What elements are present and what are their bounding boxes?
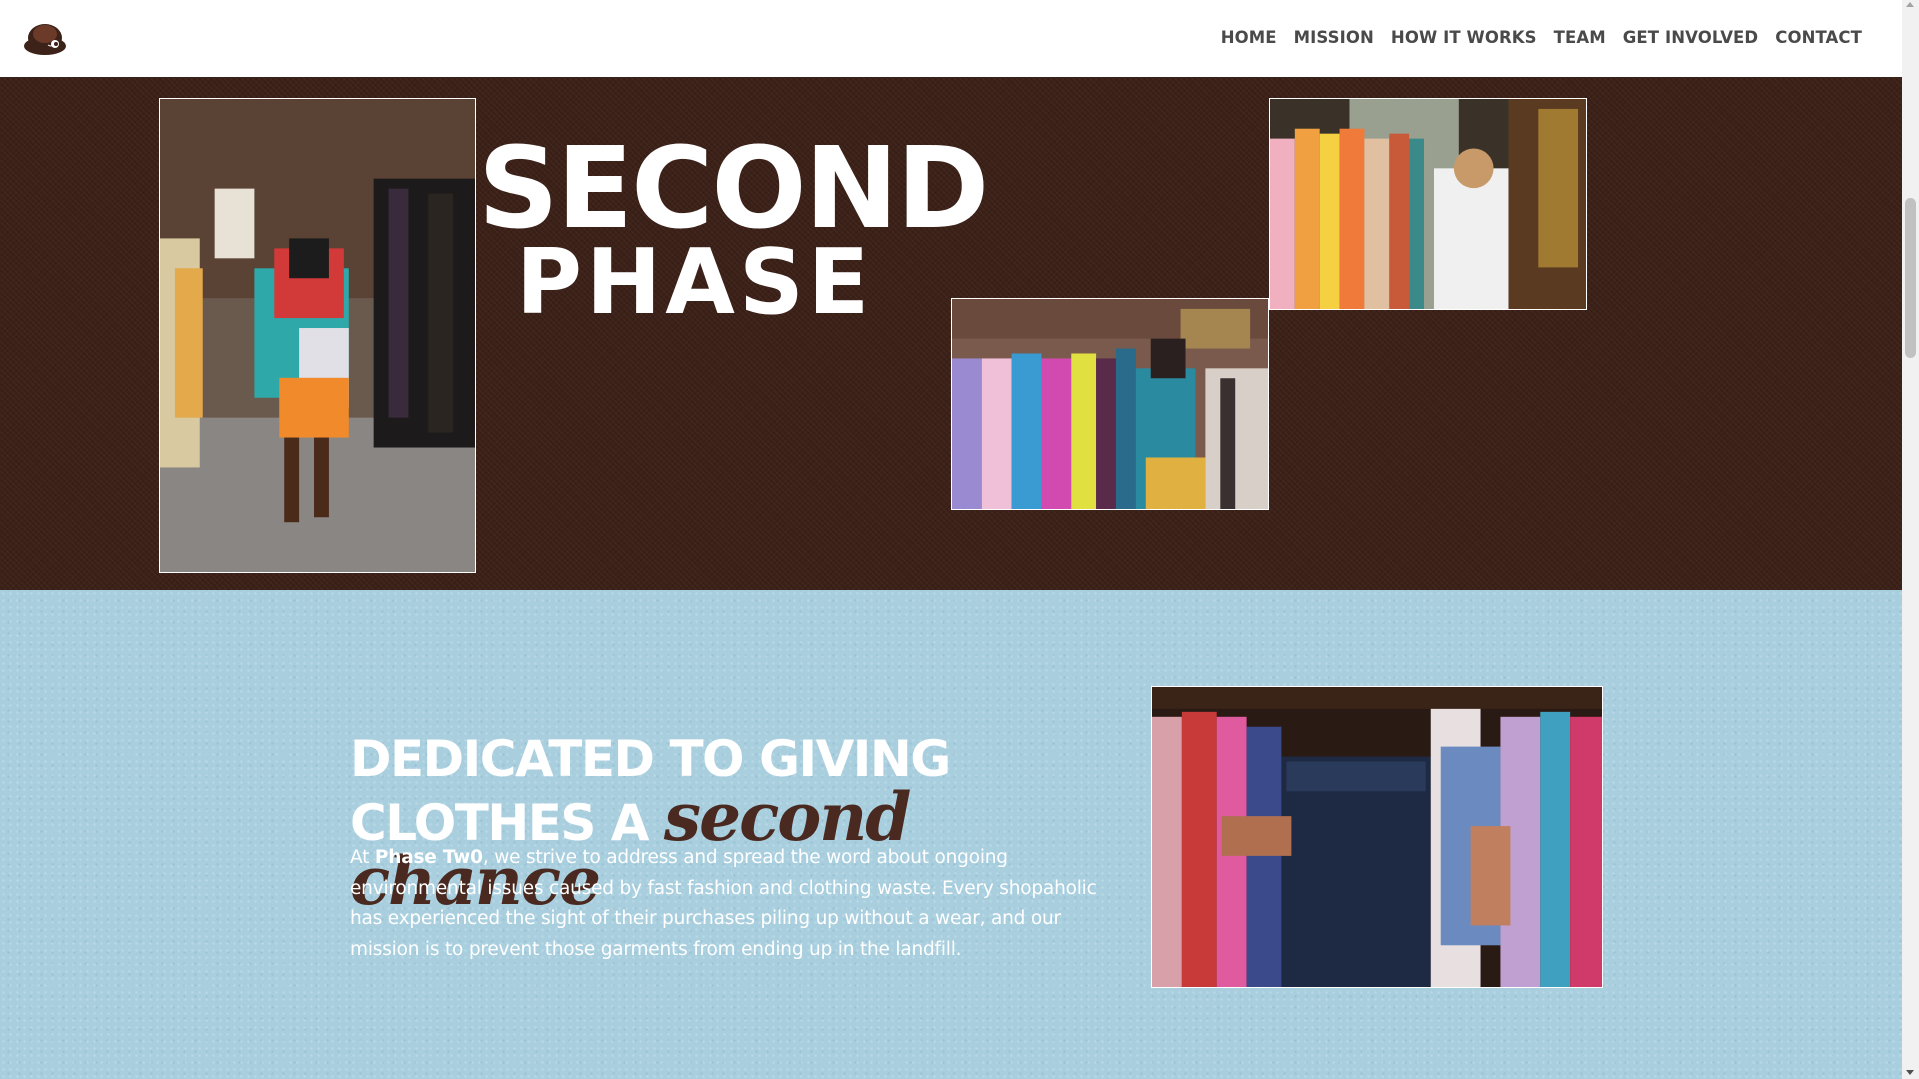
page-scrollbar[interactable] <box>1902 0 1919 1079</box>
nav-contact-link[interactable]: CONTACT <box>1775 28 1862 47</box>
site-header: HOME MISSION HOW IT WORKS TEAM GET INVOL… <box>0 0 1902 77</box>
main-nav: HOME MISSION HOW IT WORKS TEAM GET INVOL… <box>1221 28 1862 47</box>
nav-team-link[interactable]: TEAM <box>1554 28 1606 47</box>
nav-mission-link[interactable]: MISSION <box>1294 28 1374 47</box>
mission-body-prefix: At <box>350 847 370 868</box>
hero-photo-woman-browsing-rack <box>1269 98 1587 310</box>
hero-photo-woman-hat-at-rack <box>951 298 1269 510</box>
hero-photo-woman-carrying-clothes <box>159 98 476 573</box>
scroll-down-arrow-icon[interactable] <box>1906 1070 1914 1075</box>
mission-section: DEDICATED TO GIVING CLOTHES A second cha… <box>0 590 1902 1079</box>
scroll-thumb[interactable] <box>1905 198 1916 358</box>
hero-title: SECOND PHASE <box>478 124 989 328</box>
turtle-logo-icon[interactable] <box>22 20 68 58</box>
nav-get-involved-link[interactable]: GET INVOLVED <box>1623 28 1758 47</box>
nav-how-it-works-link[interactable]: HOW IT WORKS <box>1391 28 1537 47</box>
mission-brand-name: Phase Tw0 <box>374 847 483 868</box>
mission-photo-hands-on-clothes-rack <box>1151 686 1603 988</box>
mission-body-text: At Phase Tw0, we strive to address and s… <box>350 843 1110 965</box>
nav-home-link[interactable]: HOME <box>1221 28 1277 47</box>
scroll-up-arrow-icon[interactable] <box>1906 2 1914 7</box>
hero-section: SECOND PHASE <box>0 77 1902 590</box>
hero-title-line1: SECOND <box>478 124 989 254</box>
